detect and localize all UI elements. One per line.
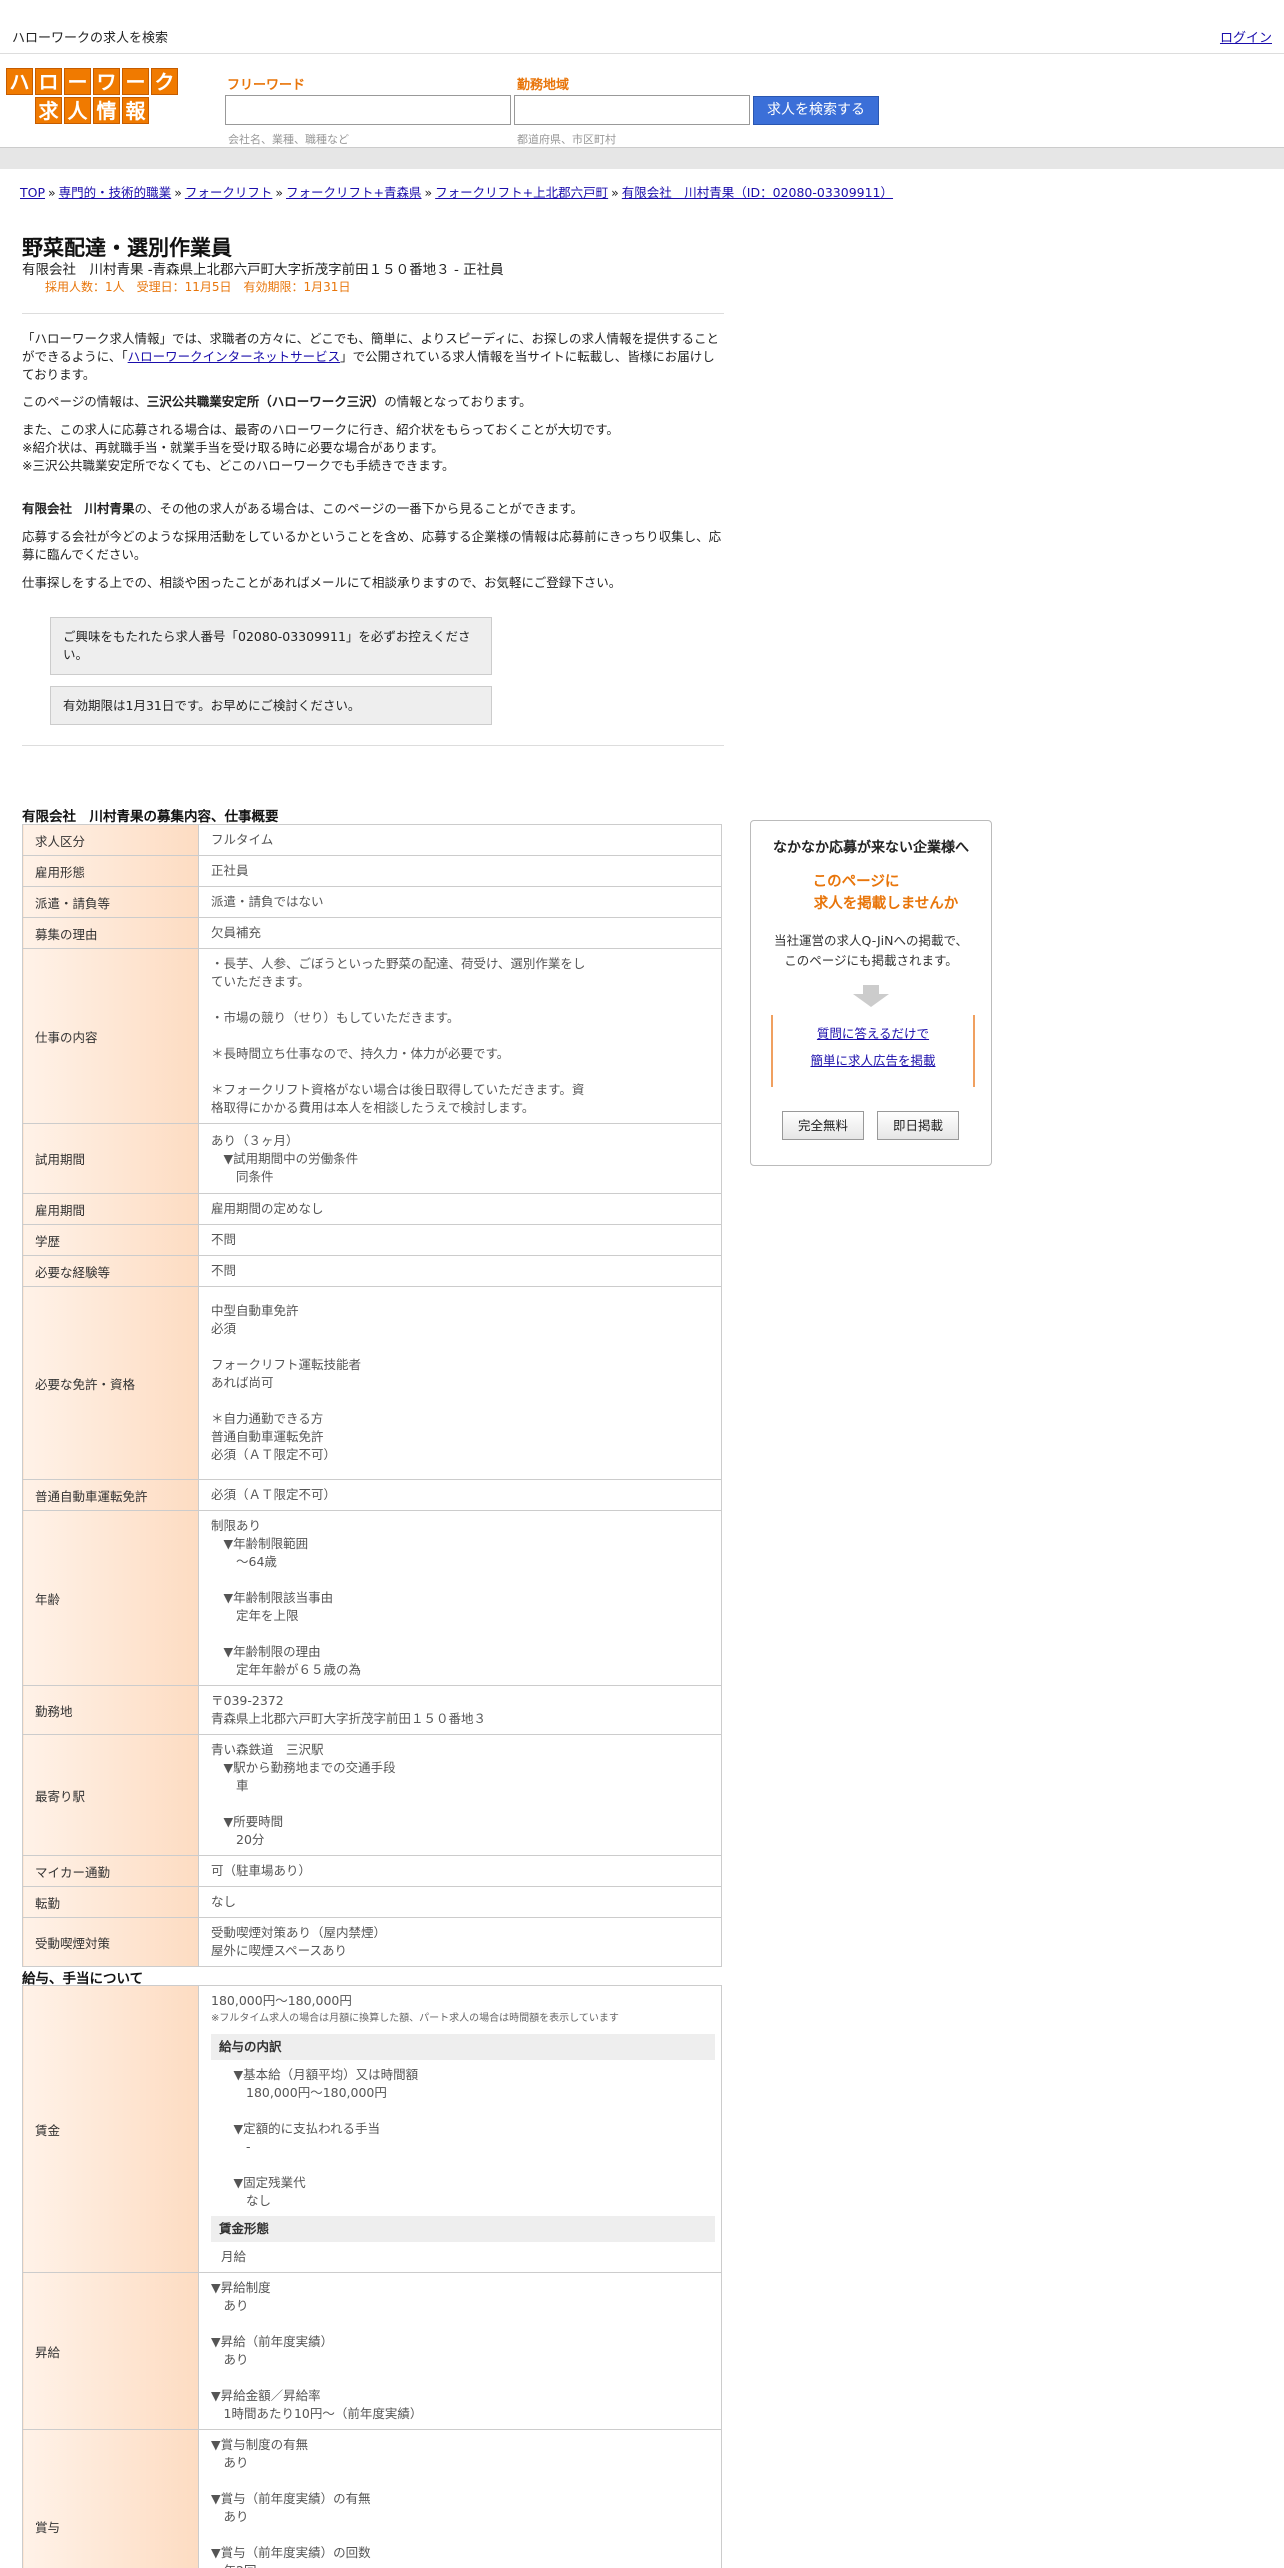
post-ad-link-1[interactable]: 質問に答えるだけで: [817, 1026, 929, 1041]
breadcrumb-company[interactable]: 有限会社 川村青果（ID：02080-03309911）: [622, 185, 893, 200]
table-row: 求人区分 フルタイム: [22, 824, 722, 856]
breadcrumb-occupation[interactable]: フォークリフト: [185, 185, 273, 200]
post-ad-link-2[interactable]: 簡単に求人広告を掲載: [810, 1053, 935, 1068]
logo-character: ー: [64, 68, 91, 95]
search-button[interactable]: 求人を検索する: [753, 96, 879, 125]
intro-paragraph-1: 「ハローワーク求人情報」では、求職者の方々に、どこでも、簡単に、よりスピーディに…: [22, 331, 720, 382]
expiry-notice: 有効期限は1月31日です。お早めにご検討ください。: [50, 686, 492, 725]
wage-breakdown: ▼基本給（月額平均）又は時間額 180,000円〜180,000円 ▼定額的に支…: [233, 2067, 419, 2208]
logo-character: ロ: [35, 68, 62, 95]
sidebar-title: なかなか応募が来ない企業様へ: [773, 840, 969, 856]
table-row: 勤務地 〒039-2372 青森県上北郡六戸町大字折茂字前田１５０番地３: [22, 1685, 722, 1735]
table-row: 最寄り駅 青い森鉄道 三沢駅 ▼駅から勤務地までの交通手段 車 ▼所要時間 20分: [22, 1734, 722, 1856]
sidebar-link-box: 質問に答えるだけで 簡単に求人広告を掲載: [771, 1015, 975, 1087]
logo-character: ワ: [93, 68, 120, 95]
wage-section-title: 給与、手当について: [22, 1971, 144, 1987]
area-input[interactable]: [514, 95, 750, 125]
table-row: 必要な経験等 不問: [22, 1255, 722, 1287]
login-link[interactable]: ログイン: [1220, 27, 1272, 46]
breadcrumb-town[interactable]: フォークリフト+上北郡六戸町: [435, 185, 608, 200]
logo-character: ハ: [6, 68, 33, 95]
table-row: 仕事の内容 ・長芋、人参、ごぼうといった野菜の配達、荷受け、選別作業をし ていただ…: [22, 948, 722, 1124]
area-hint: 都道府県、市区町村: [517, 133, 616, 146]
breadcrumb: TOP» 専門的・技術的職業» フォークリフト» フォークリフト+青森県» フォークリフ…: [20, 185, 894, 200]
table-row: マイカー通勤 可（駐車場あり）: [22, 1855, 722, 1887]
divider: [22, 745, 724, 746]
site-title: ハローワークの求人を検索: [12, 31, 169, 46]
breadcrumb-top[interactable]: TOP: [20, 185, 45, 200]
same-day-button[interactable]: 即日掲載: [877, 1111, 959, 1140]
table-row: 普通自動車運転免許 必須（ＡＴ限定不可）: [22, 1479, 722, 1511]
recruitment-section-title: 有限会社 川村青果の募集内容、仕事概要: [22, 809, 279, 825]
hellowork-internet-service-link[interactable]: ハローワークインターネットサービス: [128, 349, 341, 364]
hellowork-logo[interactable]: ハローワーク 求人情報: [5, 67, 181, 125]
keyword-hint: 会社名、業種、職種など: [228, 133, 349, 146]
logo-character: 報: [122, 97, 149, 124]
table-row: 派遣・請負等 派遣・請負ではない: [22, 886, 722, 918]
table-row: 雇用形態 正社員: [22, 855, 722, 887]
table-row: 必要な免許・資格 中型自動車免許 必須 フォークリフト運転技能者 あれば尚可 ＊自…: [22, 1286, 722, 1480]
table-row: 雇用期間 雇用期間の定めなし: [22, 1193, 722, 1225]
keyword-label: フリーワード: [227, 78, 306, 93]
logo-character: ク: [151, 68, 178, 95]
wage-form-header: 賃金形態: [211, 2216, 715, 2242]
table-row: 昇給 ▼昇給制度 あり ▼昇給（前年度実績） あり ▼昇給金額／昇給率 1時間あた…: [22, 2272, 722, 2430]
logo-character: 人: [64, 97, 91, 124]
logo-character: 情: [93, 97, 120, 124]
table-row: 試用期間 あり（３ヶ月） ▼試用期間中の労働条件 同条件: [22, 1123, 722, 1194]
table-row: 学歴 不問: [22, 1224, 722, 1256]
table-row: 募集の理由 欠員補充: [22, 917, 722, 949]
table-row: 受動喫煙対策 受動喫煙対策あり（屋内禁煙） 屋外に喫煙スペースあり: [22, 1917, 722, 1967]
company-line: 有限会社 川村青果 -青森県上北郡六戸町大字折茂字前田１５０番地３ - 正社員: [22, 262, 504, 278]
advertise-sidebar: なかなか応募が来ない企業様へ このページに 求人を掲載しませんか 当社運営の求人…: [750, 820, 992, 1166]
wage-table: 賃金 180,000円〜180,000円 ※フルタイム求人の場合は月額に換算した…: [22, 1985, 722, 2568]
top-bar: ハローワークの求人を検索 ログイン: [0, 0, 1284, 54]
intro-paragraph-3: また、この求人に応募される場合は、最寄のハローワークに行き、紹介状をもらっておく…: [22, 422, 619, 473]
wage-amount: 180,000円〜180,000円: [211, 1993, 352, 2008]
sidebar-catchcopy: このページに 求人を掲載しませんか: [812, 874, 959, 912]
wage-breakdown-header: 給与の内訳: [211, 2034, 715, 2060]
intro-paragraph-2: このページの情報は、三沢公共職業安定所（ハローワーク三沢）の情報となっております…: [22, 394, 532, 409]
keyword-input[interactable]: [225, 95, 511, 125]
logo-character: 求: [35, 97, 62, 124]
header-divider-bar: [0, 147, 1284, 169]
intro-paragraph-4: 有限会社 川村青果の、その他の求人がある場合は、このページの一番下から見ることが…: [22, 501, 584, 516]
table-row: 賃金 180,000円〜180,000円 ※フルタイム求人の場合は月額に換算した…: [22, 1985, 722, 2273]
area-label: 勤務地域: [517, 78, 570, 93]
down-arrow-icon: [853, 985, 889, 1007]
job-meta: 採用人数：1人 受理日：11月5日 有効期限：1月31日: [45, 280, 351, 294]
table-row: 年齢 制限あり ▼年齢制限範囲 〜64歳 ▼年齢制限該当事由 定年を上限 ▼年齢制…: [22, 1510, 722, 1686]
sidebar-description: 当社運営の求人Q-JiNへの掲載で、 このページにも掲載されます。: [774, 933, 968, 968]
free-button[interactable]: 完全無料: [782, 1111, 864, 1140]
breadcrumb-prefecture[interactable]: フォークリフト+青森県: [286, 185, 421, 200]
table-row: 賞与 ▼賞与制度の有無 あり ▼賞与（前年度実績）の有無 あり ▼賞与（前年度実績…: [22, 2429, 722, 2568]
wage-form: 月給: [221, 2249, 247, 2264]
header: ハローワーク 求人情報 フリーワード 会社名、業種、職種など 勤務地域 都道府県…: [0, 55, 1284, 147]
recruitment-table: 求人区分 フルタイム 雇用形態 正社員 派遣・請負等 派遣・請負ではない 募集の理由欠…: [22, 824, 722, 1967]
wage-note: ※フルタイム求人の場合は月額に換算した額、パート求人の場合は時間額を表示していま…: [211, 2013, 619, 2024]
breadcrumb-category[interactable]: 専門的・技術的職業: [59, 185, 172, 200]
job-number-notice: ご興味をもたれたら求人番号「02080-03309911」を必ずお控えください。: [50, 617, 492, 675]
logo-character: ー: [122, 68, 149, 95]
table-row: 転勤 なし: [22, 1886, 722, 1918]
intro-paragraph-6: 仕事探しをする上での、相談や困ったことがあればメールにて相談承りますので、お気軽…: [22, 575, 622, 590]
divider: [22, 313, 724, 314]
intro-paragraph-5: 応募する会社が今どのような採用活動をしているかということを含め、応募する企業様の…: [22, 529, 722, 562]
